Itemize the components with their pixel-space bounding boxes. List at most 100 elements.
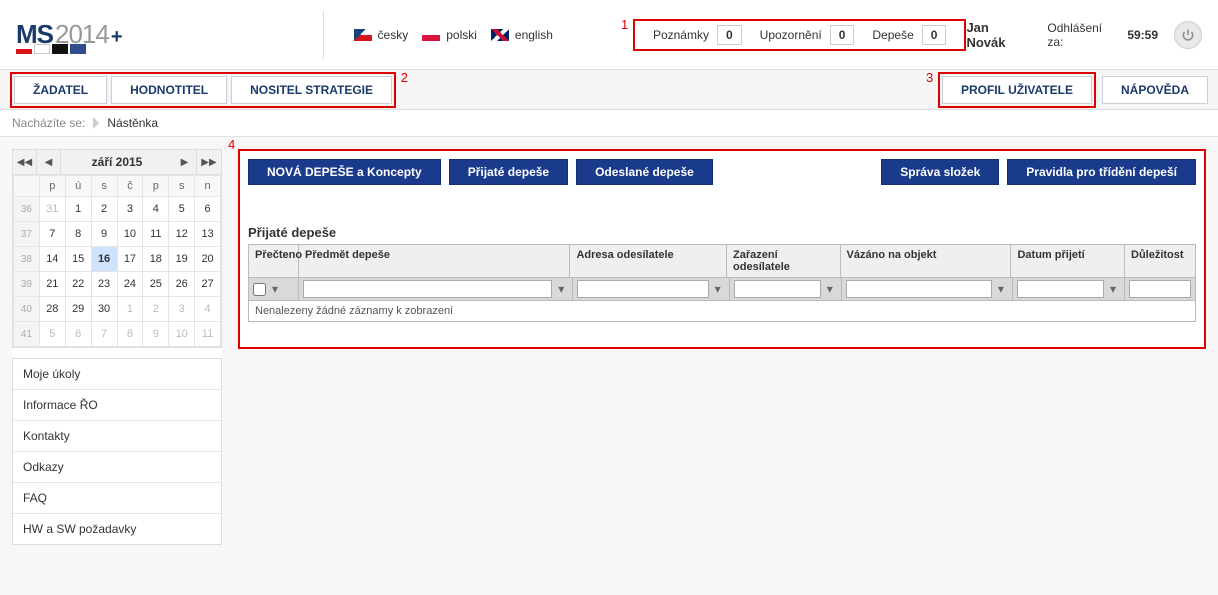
btn-new-message[interactable]: NOVÁ DEPEŠE a Koncepty (248, 159, 441, 185)
calendar-day[interactable]: 21 (39, 272, 65, 297)
col-date[interactable]: Datum přijetí (1011, 245, 1125, 277)
btn-received[interactable]: Přijaté depeše (449, 159, 568, 185)
calendar-day-header: n (195, 176, 221, 197)
menu-left-group: 2 ŽADATEL HODNOTITEL NOSITEL STRATEGIE (10, 72, 396, 108)
calendar-day[interactable]: 23 (91, 272, 117, 297)
calendar-day[interactable]: 1 (65, 197, 91, 222)
calendar-prev[interactable]: ◀ (37, 150, 61, 174)
col-sender-cat[interactable]: Zařazení odesílatele (727, 245, 841, 277)
counter-alerts[interactable]: Upozornění 0 (760, 25, 855, 45)
col-read[interactable]: Přečteno (249, 245, 299, 277)
sidebar-item-moje-koly[interactable]: Moje úkoly (13, 359, 221, 390)
sidebar-item-hw-a-sw-po-adavky[interactable]: HW a SW požadavky (13, 514, 221, 544)
calendar-day[interactable]: 1 (117, 297, 143, 322)
tab-hodnotitel[interactable]: HODNOTITEL (111, 76, 227, 104)
calendar-last[interactable]: ▶▶ (197, 150, 221, 174)
counter-notes[interactable]: Poznámky 0 (653, 25, 742, 45)
user-area: Jan Novák Odhlášení za: 59:59 (966, 20, 1202, 50)
annotation-1: 1 (621, 17, 628, 32)
calendar-day[interactable]: 30 (91, 297, 117, 322)
calendar-week-number: 39 (14, 272, 40, 297)
calendar-header: ◀◀ ◀ září 2015 ▶ ▶▶ (13, 150, 221, 175)
calendar-day[interactable]: 10 (169, 322, 195, 347)
calendar-day[interactable]: 24 (117, 272, 143, 297)
filter-imp-input[interactable] (1129, 280, 1191, 298)
calendar-day[interactable]: 16 (91, 247, 117, 272)
calendar-day[interactable]: 26 (169, 272, 195, 297)
breadcrumb-prefix: Nacházíte se: (12, 116, 85, 130)
calendar-day[interactable]: 2 (143, 297, 169, 322)
calendar-day[interactable]: 31 (39, 197, 65, 222)
calendar-day[interactable]: 12 (169, 222, 195, 247)
calendar-day[interactable]: 7 (91, 322, 117, 347)
tab-nositel[interactable]: NOSITEL STRATEGIE (231, 76, 392, 104)
calendar-day[interactable]: 3 (117, 197, 143, 222)
filter-addr-input[interactable] (577, 280, 708, 298)
sidebar-item-informace-o[interactable]: Informace ŘO (13, 390, 221, 421)
calendar-day[interactable]: 9 (143, 322, 169, 347)
btn-rules[interactable]: Pravidla pro třídění depeší (1007, 159, 1196, 185)
calendar-day[interactable]: 27 (195, 272, 221, 297)
col-importance[interactable]: Důležitost (1125, 245, 1195, 277)
calendar-day[interactable]: 3 (169, 297, 195, 322)
counter-messages[interactable]: Depeše 0 (872, 25, 946, 45)
lang-english[interactable]: english (491, 28, 553, 42)
sidebar-item-odkazy[interactable]: Odkazy (13, 452, 221, 483)
filter-icon[interactable]: ▾ (711, 281, 725, 297)
calendar-day[interactable]: 8 (117, 322, 143, 347)
calendar-day[interactable]: 13 (195, 222, 221, 247)
logout-button[interactable] (1174, 21, 1202, 49)
calendar-day[interactable]: 4 (195, 297, 221, 322)
flag-cz-icon (354, 29, 372, 41)
filter-bound-input[interactable] (846, 280, 992, 298)
calendar-day[interactable]: 5 (39, 322, 65, 347)
btn-sent[interactable]: Odeslané depeše (576, 159, 713, 185)
btn-profile[interactable]: PROFIL UŽIVATELE (942, 76, 1092, 104)
calendar-day[interactable]: 19 (169, 247, 195, 272)
filter-icon[interactable]: ▾ (554, 281, 568, 297)
filter-icon[interactable]: ▾ (268, 281, 282, 297)
lang-czech[interactable]: česky (354, 28, 409, 42)
calendar-day[interactable]: 18 (143, 247, 169, 272)
sidebar-item-kontakty[interactable]: Kontakty (13, 421, 221, 452)
sidebar-item-faq[interactable]: FAQ (13, 483, 221, 514)
calendar-day[interactable]: 4 (143, 197, 169, 222)
calendar-day[interactable]: 11 (143, 222, 169, 247)
calendar-day[interactable]: 9 (91, 222, 117, 247)
filter-subject-input[interactable] (303, 280, 552, 298)
calendar-day[interactable]: 20 (195, 247, 221, 272)
calendar-day[interactable]: 14 (39, 247, 65, 272)
breadcrumb-current: Nástěnka (107, 116, 158, 130)
btn-folders[interactable]: Správa složek (881, 159, 999, 185)
calendar-day[interactable]: 25 (143, 272, 169, 297)
filter-read-checkbox[interactable] (253, 283, 266, 296)
calendar-day[interactable]: 22 (65, 272, 91, 297)
calendar-day[interactable]: 29 (65, 297, 91, 322)
calendar-day[interactable]: 6 (195, 197, 221, 222)
btn-help[interactable]: NÁPOVĚDA (1102, 76, 1208, 104)
filter-icon[interactable]: ▾ (823, 281, 837, 297)
col-bound[interactable]: Vázáno na objekt (841, 245, 1012, 277)
calendar-day[interactable]: 6 (65, 322, 91, 347)
calendar-day[interactable]: 28 (39, 297, 65, 322)
calendar-week-number: 37 (14, 222, 40, 247)
filter-icon[interactable]: ▾ (994, 281, 1008, 297)
filter-cat-input[interactable] (734, 280, 821, 298)
calendar-day[interactable]: 7 (39, 222, 65, 247)
tab-zadatel[interactable]: ŽADATEL (14, 76, 107, 104)
calendar-day[interactable]: 15 (65, 247, 91, 272)
filter-icon[interactable]: ▾ (1106, 281, 1120, 297)
lang-polish[interactable]: polski (422, 28, 477, 42)
calendar-day[interactable]: 5 (169, 197, 195, 222)
calendar-day[interactable]: 17 (117, 247, 143, 272)
logout-time: 59:59 (1127, 28, 1158, 42)
calendar-next[interactable]: ▶ (173, 150, 197, 174)
calendar-day[interactable]: 2 (91, 197, 117, 222)
calendar-day[interactable]: 11 (195, 322, 221, 347)
calendar-day[interactable]: 8 (65, 222, 91, 247)
filter-date-input[interactable] (1017, 280, 1104, 298)
col-sender-addr[interactable]: Adresa odesílatele (570, 245, 727, 277)
col-subject[interactable]: Předmět depeše (299, 245, 570, 277)
calendar-day[interactable]: 10 (117, 222, 143, 247)
calendar-first[interactable]: ◀◀ (13, 150, 37, 174)
